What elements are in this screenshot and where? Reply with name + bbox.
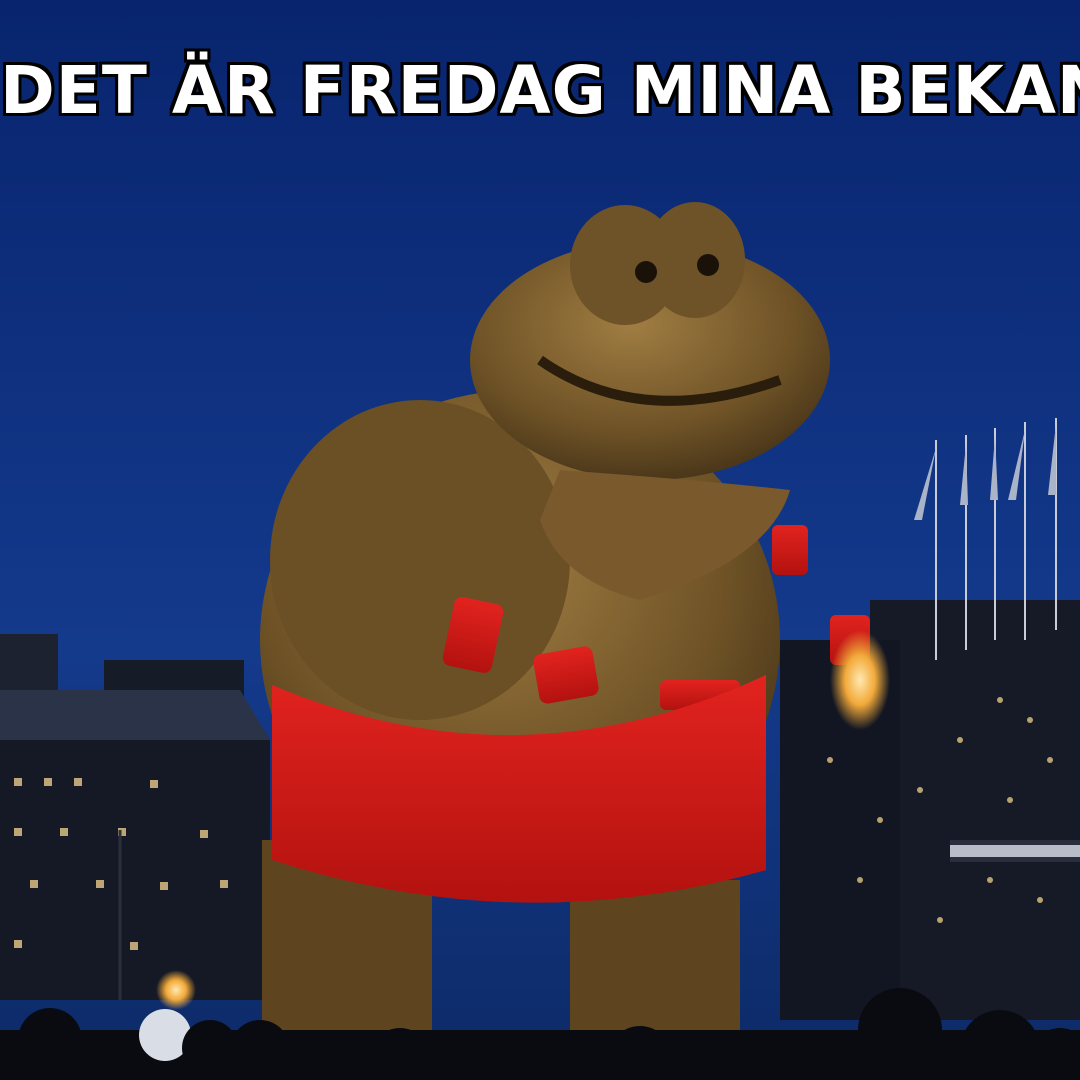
frog-left-eye <box>635 261 657 283</box>
left-buildings <box>0 634 270 1010</box>
meme-image: DET ÄR FREDAG MINA BEKANTA <box>0 0 1080 1080</box>
meme-caption: DET ÄR FREDAG MINA BEKANTA <box>0 52 1080 129</box>
photo-scene <box>0 0 1080 1080</box>
frog-right-eye <box>697 254 719 276</box>
